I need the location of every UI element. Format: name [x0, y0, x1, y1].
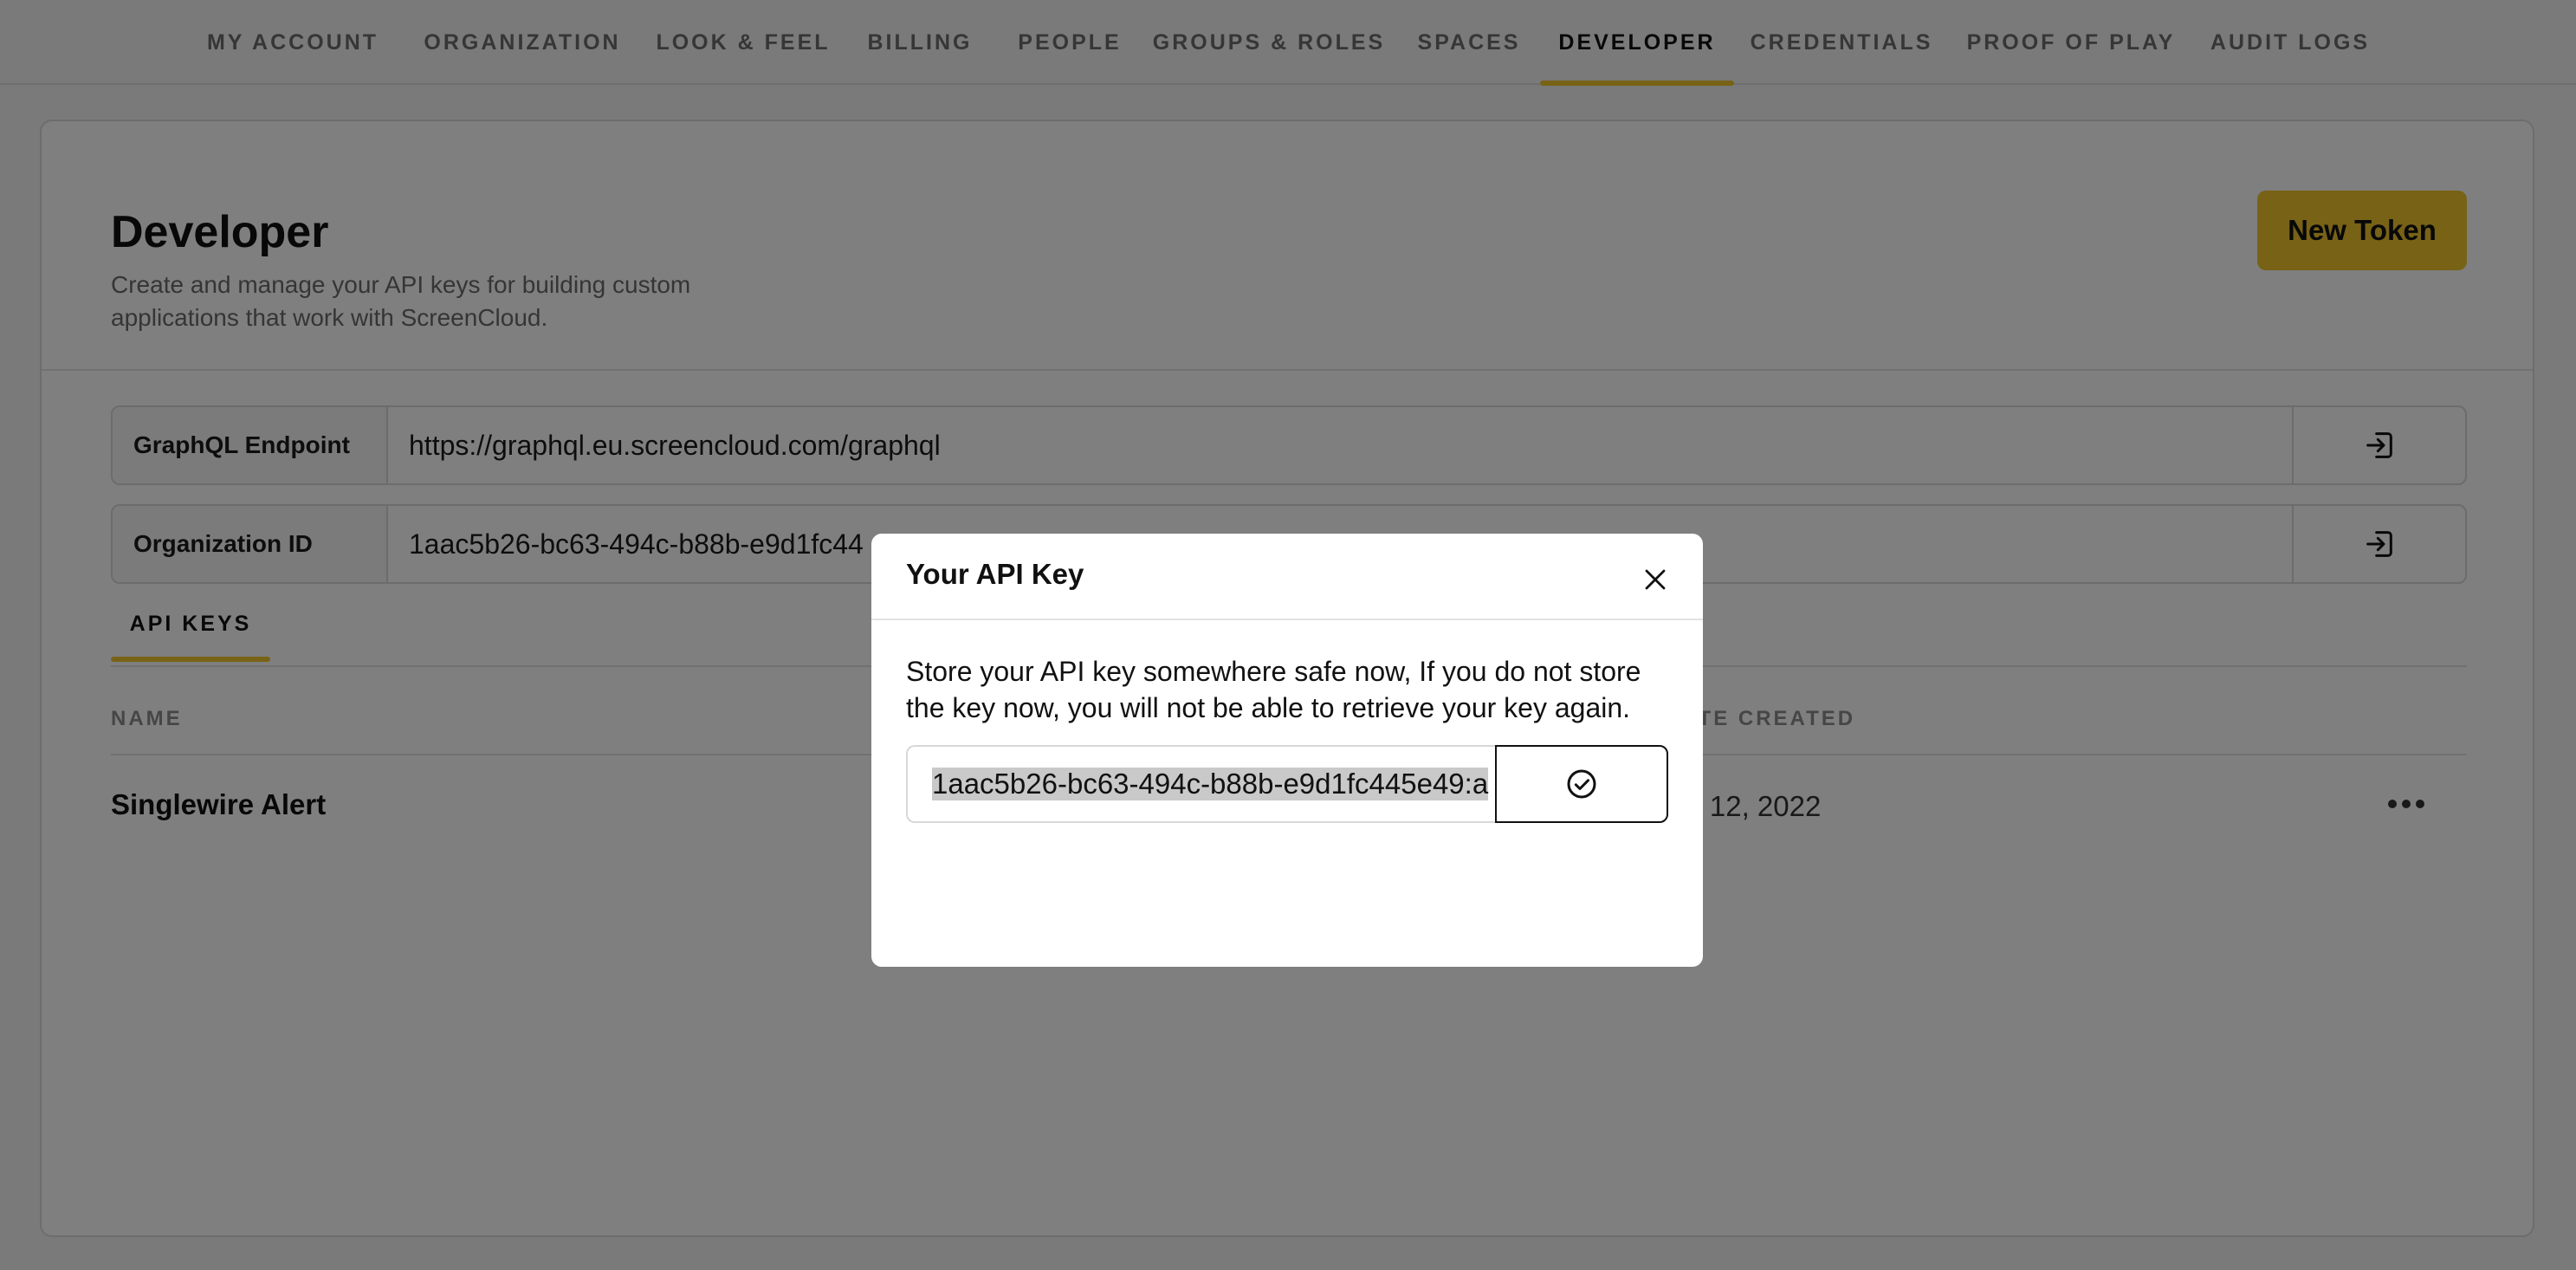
- app: MY ACCOUNT ORGANIZATION LOOK & FEEL BILL…: [0, 0, 2576, 1270]
- check-circle-icon: [1567, 769, 1596, 799]
- modal-divider: [871, 619, 1703, 620]
- close-icon: [1645, 569, 1666, 590]
- api-key-field[interactable]: 1aac5b26-bc63-494c-b88b-e9d1fc445e49:a: [906, 745, 1497, 823]
- modal-close-button[interactable]: [1634, 558, 1677, 601]
- modal-message: Store your API key somewhere safe now, I…: [906, 656, 1641, 723]
- copy-confirm-button[interactable]: [1495, 745, 1668, 823]
- api-key-modal: Your API Key Store your API key somewher…: [871, 534, 1703, 967]
- modal-title: Your API Key: [906, 558, 1084, 590]
- api-key-value: 1aac5b26-bc63-494c-b88b-e9d1fc445e49:a: [932, 768, 1489, 800]
